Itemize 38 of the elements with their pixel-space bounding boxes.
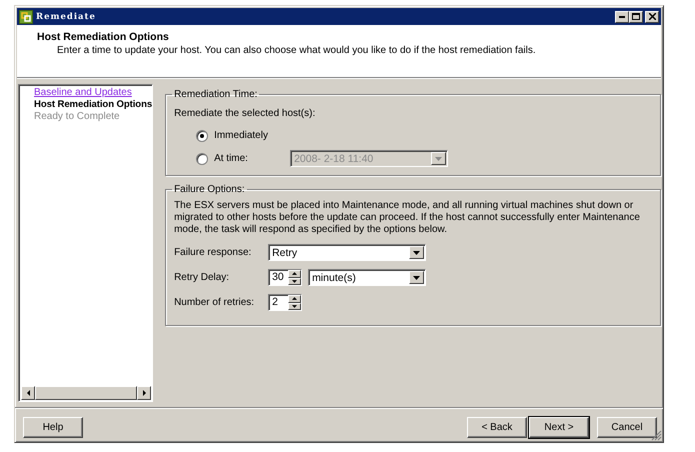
field-label: Number of retries: <box>174 297 256 308</box>
help-button[interactable]: Help <box>23 416 83 438</box>
close-icon[interactable] <box>648 13 656 20</box>
close-button[interactable] <box>645 10 659 22</box>
maximize-button[interactable] <box>629 10 643 22</box>
delay-unit-dropdown[interactable]: minute(s) <box>308 269 426 286</box>
scroll-right-icon[interactable] <box>137 386 152 400</box>
minimize-button[interactable] <box>615 10 629 22</box>
window-title: Remediate <box>36 12 97 22</box>
prompt-label: Remediate the selected host(s): <box>174 108 316 119</box>
step-item: Ready to Complete <box>34 111 120 122</box>
radio-label[interactable]: At time: <box>214 153 284 164</box>
scroll-thumb[interactable] <box>35 386 138 400</box>
retry-delay-spinner[interactable]: 30 <box>268 269 302 286</box>
wizard-button[interactable]: < Back <box>467 416 527 438</box>
failure-response-dropdown[interactable]: Retry <box>268 244 426 261</box>
radio-button[interactable] <box>196 152 208 164</box>
failure-description: The ESX servers must be placed into Maintenance mode, and all running virtual machines shut down or migrated to other hosts before the update can proceed. If the host cannot successfully enter Maintenance mode, the task will respond as specified by the options below. <box>174 200 641 236</box>
horizontal-scrollbar[interactable] <box>21 386 152 400</box>
field-label: Failure response: <box>174 247 252 258</box>
spin-up-icon[interactable] <box>288 295 302 302</box>
group-title: Remediation Time: <box>173 89 258 100</box>
scroll-left-icon[interactable] <box>21 386 35 400</box>
resize-grip-icon[interactable] <box>651 430 662 441</box>
minimize-icon[interactable] <box>619 16 625 18</box>
page-description: Enter a time to update your host. You can also choose what would you like to do if the host remediation fails. <box>56 45 537 56</box>
spin-up-icon[interactable] <box>288 270 302 278</box>
maximize-icon[interactable] <box>632 13 640 20</box>
page-heading: Host Remediation Options <box>37 31 170 43</box>
radio-button[interactable] <box>196 130 208 142</box>
step-link[interactable]: Baseline and Updates <box>34 87 132 98</box>
step-item: Host Remediation Options <box>34 99 152 110</box>
retries-spinner[interactable]: 2 <box>268 294 302 311</box>
radio-label[interactable]: Immediately <box>214 130 284 141</box>
wizard-button[interactable]: Next > <box>529 416 589 438</box>
group-title: Failure Options: <box>173 184 246 195</box>
field-label: Retry Delay: <box>174 272 230 283</box>
wizard-button[interactable]: Cancel <box>597 416 657 438</box>
